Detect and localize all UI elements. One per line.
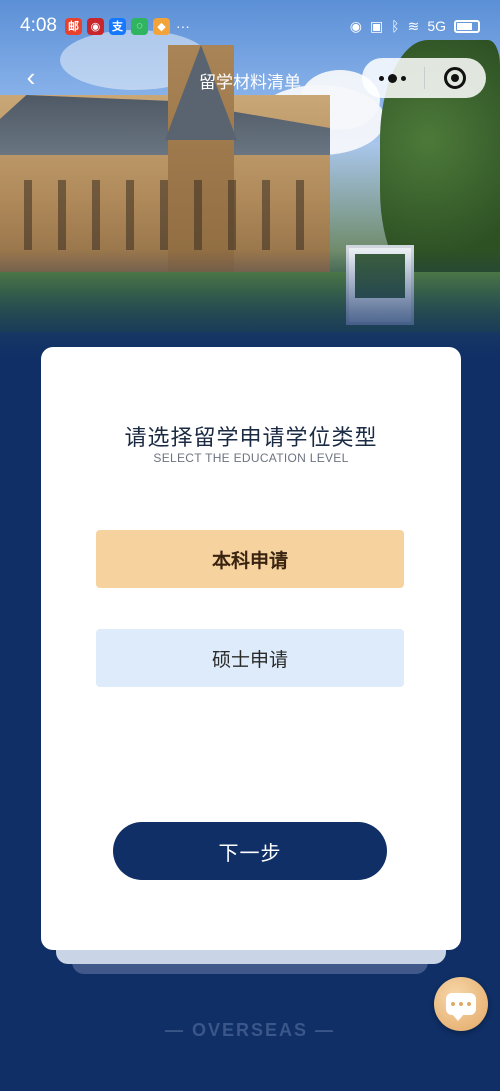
- more-notifications-icon: ···: [175, 18, 190, 34]
- customer-service-button[interactable]: [434, 977, 488, 1031]
- chat-bubble-icon: [446, 993, 476, 1021]
- miniprogram-capsule: [362, 58, 486, 98]
- notification-icons: 邮 ◉ 支 ◌ ◆: [64, 17, 170, 35]
- status-bar: 4:08 邮 ◉ 支 ◌ ◆ ··· ◉ ▣ ᛒ ≋ 5G: [0, 0, 500, 52]
- alipay-app-icon: 支: [108, 17, 126, 35]
- battery-icon: [454, 19, 480, 33]
- close-miniprogram-button[interactable]: [424, 67, 486, 89]
- eye-icon: ◉: [349, 17, 362, 34]
- wifi-icon: ≋: [407, 17, 420, 34]
- card-subtitle: SELECT THE EDUCATION LEVEL: [153, 451, 349, 465]
- nfc-icon: ▣: [369, 17, 384, 34]
- network-label: 5G: [427, 18, 446, 34]
- more-dots-icon: [379, 75, 385, 81]
- card-title: 请选择留学申请学位类型: [124, 425, 378, 450]
- chat-app-icon: ◌: [130, 17, 148, 35]
- more-menu-button[interactable]: [362, 73, 424, 83]
- option-bachelor-button[interactable]: 本科申请: [96, 530, 404, 588]
- option-master-button[interactable]: 硕士申请: [96, 629, 404, 687]
- notes-app-icon: ◆: [152, 17, 170, 35]
- footer-brand: — OVERSEAS —: [164, 1020, 336, 1040]
- target-close-icon: [444, 67, 467, 89]
- education-level-card: 请选择留学申请学位类型 SELECT THE EDUCATION LEVEL 本…: [41, 347, 461, 950]
- bank-app-icon: ◉: [86, 17, 104, 35]
- mail-app-icon: 邮: [64, 17, 82, 35]
- bluetooth-icon: ᛒ: [391, 18, 400, 34]
- nav-bar: ‹ 留学材料清单: [0, 54, 500, 102]
- status-time: 4:08: [20, 15, 57, 36]
- next-step-button[interactable]: 下一步: [113, 822, 387, 880]
